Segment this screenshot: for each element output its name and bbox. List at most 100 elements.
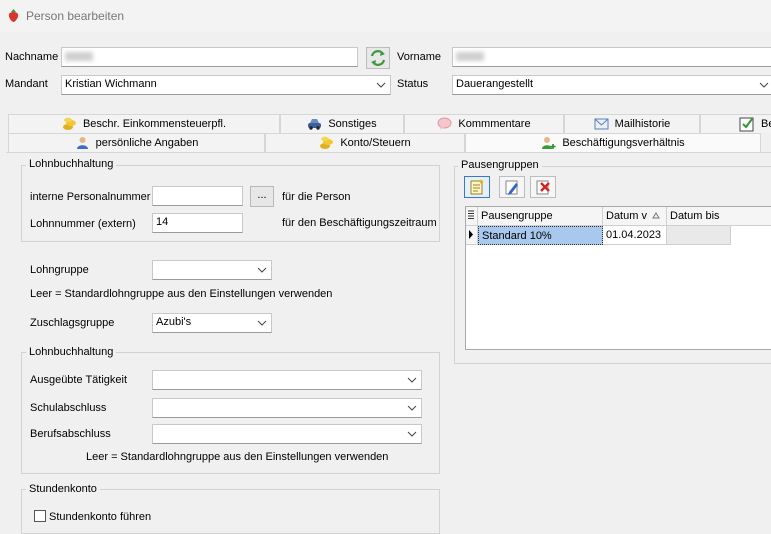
zuschlagsgruppe-select[interactable]: Azubi's xyxy=(152,313,272,333)
group-title: Pausengruppen xyxy=(458,159,542,171)
chevron-down-icon xyxy=(257,267,267,273)
tab-beschaeftigungsverhaeltnis[interactable]: Beschäftigungsverhältnis xyxy=(465,133,761,152)
fuer-zeitraum-text: für den Beschäftigungszeitraum xyxy=(282,217,437,229)
stundenkonto-checkbox[interactable] xyxy=(34,510,46,522)
tab-label: Beschäftigungsverhältnis xyxy=(562,137,685,149)
mandant-value: Kristian Wichmann xyxy=(65,78,157,90)
group-title: Lohnbuchhaltung xyxy=(26,346,117,358)
lohngruppe-select[interactable] xyxy=(152,260,272,280)
personalnummer-field[interactable] xyxy=(152,186,243,206)
taetigkeit-label: Ausgeübte Tätigkeit xyxy=(30,374,128,386)
tab-label: Beschr. Einkommensteuerpfl. xyxy=(82,118,227,130)
tab-beschr-einkommensteuerpfl[interactable]: Beschr. Einkommensteuerpfl. xyxy=(8,114,280,133)
nachname-label: Nachname xyxy=(5,51,59,63)
person-icon xyxy=(76,137,88,150)
edit-icon xyxy=(505,180,518,195)
status-select[interactable]: Dauerangestellt xyxy=(452,75,771,95)
column-header-datum-von[interactable]: Datum v xyxy=(603,207,667,226)
column-label: Datum v xyxy=(606,210,647,222)
mandant-label: Mandant xyxy=(5,78,48,90)
schulabschluss-select[interactable] xyxy=(152,398,422,418)
current-row-icon xyxy=(469,230,473,239)
add-button[interactable] xyxy=(464,176,490,198)
mandant-select[interactable]: Kristian Wichmann xyxy=(61,75,391,95)
personalnummer-browse-button[interactable]: ... xyxy=(250,186,274,207)
delete-icon xyxy=(536,180,550,195)
tab-be[interactable]: Be xyxy=(700,114,771,133)
tab-label: Konto/Steuern xyxy=(340,137,411,149)
vorname-field[interactable] xyxy=(452,47,771,67)
pausengruppen-toolbar xyxy=(464,176,564,198)
chevron-down-icon xyxy=(257,320,267,326)
strawberry-icon xyxy=(8,9,19,22)
cell-datum-von: 01.04.2023 xyxy=(606,229,662,241)
cell-pausengruppe: Standard 10% xyxy=(482,230,552,242)
table-cell[interactable]: Standard 10% xyxy=(478,226,603,245)
tab-sonstiges[interactable]: Sonstiges xyxy=(280,114,404,133)
mail-icon xyxy=(594,118,609,130)
stundenkonto-checkbox-label: Stundenkonto führen xyxy=(49,511,152,523)
coins-icon xyxy=(62,117,76,131)
sort-asc-icon xyxy=(652,212,660,219)
redacted-value xyxy=(456,52,484,61)
tab-kommmentare[interactable]: Kommmentare xyxy=(404,114,564,133)
coins-icon xyxy=(320,136,334,150)
window-title: Person bearbeiten xyxy=(26,9,125,23)
title-bar: Person bearbeiten xyxy=(0,0,771,32)
group-title: Stundenkonto xyxy=(26,483,100,495)
lohngruppe-hint: Leer = Standardlohngruppe aus den Einste… xyxy=(30,288,333,300)
tab-label: Mailhistorie xyxy=(614,118,671,130)
column-header-datum-bis[interactable]: Datum bis xyxy=(667,207,771,226)
group-title: Lohnbuchhaltung xyxy=(26,158,117,170)
checklist-icon xyxy=(739,117,754,132)
table-cell[interactable]: 01.04.2023 xyxy=(603,226,667,245)
personalnummer-label: interne Personalnummer xyxy=(30,191,151,203)
tab-mailhistorie[interactable]: Mailhistorie xyxy=(564,114,700,133)
nachname-field[interactable] xyxy=(61,47,358,67)
browse-label: ... xyxy=(257,189,267,201)
chevron-down-icon xyxy=(407,431,417,437)
row-indicator xyxy=(466,226,478,245)
comment-icon xyxy=(437,117,452,131)
column-label: Pausengruppe xyxy=(481,210,553,222)
lohnnummer-label: Lohnnummer (extern) xyxy=(30,218,136,230)
lohnnummer-value: 14 xyxy=(156,216,169,228)
tab-konto-steuern[interactable]: Konto/Steuern xyxy=(265,133,465,152)
vorname-label: Vorname xyxy=(397,51,442,63)
pausengruppen-grid[interactable]: Pausengruppe Datum v Datum bis Standard … xyxy=(465,206,771,350)
tab-row-2: persönliche Angaben Konto/Steuern Beschä… xyxy=(0,133,771,152)
taetigkeit-select[interactable] xyxy=(152,370,422,390)
tab-persoenliche-angaben[interactable]: persönliche Angaben xyxy=(8,133,265,152)
grid-row-header xyxy=(466,207,478,226)
refresh-icon xyxy=(370,50,386,66)
lohnnummer-field[interactable]: 14 xyxy=(152,213,243,233)
tab-label: Sonstiges xyxy=(328,118,377,130)
delete-button[interactable] xyxy=(530,176,556,198)
chevron-down-icon xyxy=(407,405,417,411)
zuschlagsgruppe-label: Zuschlagsgruppe xyxy=(30,317,115,329)
edit-button[interactable] xyxy=(499,176,525,198)
add-icon xyxy=(470,179,484,195)
column-header-pausengruppe[interactable]: Pausengruppe xyxy=(478,207,603,226)
car-icon xyxy=(308,119,322,130)
column-chooser-icon xyxy=(468,210,474,219)
tab-label: persönliche Angaben xyxy=(95,137,199,149)
berufsabschluss-select[interactable] xyxy=(152,424,422,444)
status-label: Status xyxy=(397,78,429,90)
person-add-icon xyxy=(542,137,556,150)
table-cell[interactable] xyxy=(667,226,731,245)
tab-row-1: Beschr. Einkommensteuerpfl. Sonstiges Ko… xyxy=(0,114,771,133)
zuschlagsgruppe-value: Azubi's xyxy=(156,316,192,328)
schulabschluss-label: Schulabschluss xyxy=(30,402,107,414)
taetigkeit-hint: Leer = Standardlohngruppe aus den Einste… xyxy=(86,451,389,463)
tab-label: Be xyxy=(761,118,771,130)
redacted-value xyxy=(65,52,93,61)
chevron-down-icon xyxy=(376,82,386,88)
swap-names-button[interactable] xyxy=(366,47,390,69)
chevron-down-icon xyxy=(759,82,769,88)
tab-label: Kommmentare xyxy=(458,118,531,130)
column-label: Datum bis xyxy=(670,210,720,222)
berufsabschluss-label: Berufsabschluss xyxy=(30,428,111,440)
fuer-person-text: für die Person xyxy=(282,191,351,203)
lohngruppe-label: Lohngruppe xyxy=(30,264,89,276)
